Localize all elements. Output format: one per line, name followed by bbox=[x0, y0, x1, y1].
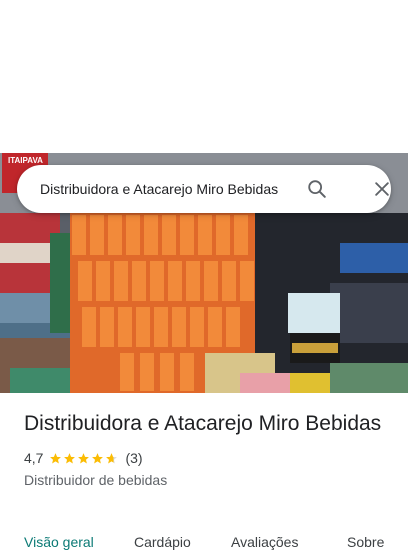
tab-reviews[interactable]: Avaliações bbox=[231, 534, 298, 550]
map-blank-area bbox=[0, 0, 408, 153]
star-icon bbox=[92, 452, 104, 463]
rating-value: 4,7 bbox=[24, 450, 44, 466]
place-title: Distribuidora e Atacarejo Miro Bebidas bbox=[24, 412, 382, 435]
star-icon bbox=[64, 452, 76, 463]
close-icon bbox=[375, 182, 389, 196]
place-tabs: Visão geral Cardápio Avaliações Sobre bbox=[0, 530, 408, 550]
star-half-icon bbox=[106, 452, 118, 463]
close-button[interactable] bbox=[368, 175, 396, 203]
sign-text: ITAIPAVA bbox=[8, 156, 43, 165]
star-icon bbox=[78, 452, 90, 463]
tab-about[interactable]: Sobre bbox=[347, 534, 384, 550]
search-input[interactable]: Distribuidora e Atacarejo Miro Bebidas bbox=[40, 165, 306, 213]
search-button[interactable] bbox=[303, 175, 331, 203]
star-icon bbox=[50, 452, 62, 463]
place-info: Distribuidora e Atacarejo Miro Bebidas 4… bbox=[24, 410, 394, 488]
search-icon bbox=[308, 180, 326, 198]
rating-stars bbox=[49, 452, 119, 465]
place-category[interactable]: Distribuidor de bebidas bbox=[24, 472, 394, 488]
rating-row[interactable]: 4,7 (3) bbox=[24, 449, 394, 467]
tab-menu[interactable]: Cardápio bbox=[134, 534, 191, 550]
search-bar[interactable]: Distribuidora e Atacarejo Miro Bebidas bbox=[17, 165, 391, 213]
review-count[interactable]: (3) bbox=[125, 450, 142, 466]
tab-overview[interactable]: Visão geral bbox=[24, 534, 94, 550]
